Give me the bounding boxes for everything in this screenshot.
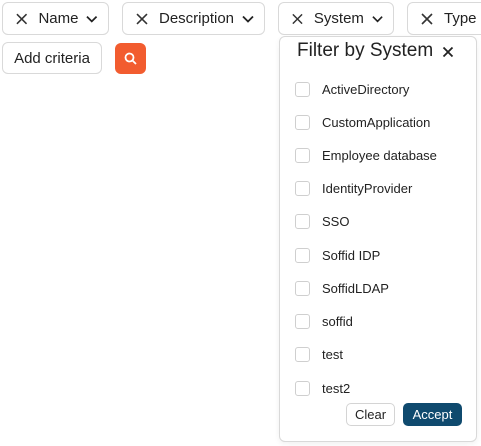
option-label: IdentityProvider xyxy=(322,180,413,196)
checkbox[interactable] xyxy=(295,114,310,130)
close-icon[interactable] xyxy=(442,46,454,58)
system-filter-panel: Filter by System ActiveDirectory CustomA… xyxy=(279,36,477,442)
system-option[interactable]: ActiveDirectory xyxy=(295,78,409,100)
panel-title: Filter by System xyxy=(297,40,434,61)
system-option[interactable]: CustomApplication xyxy=(295,111,430,133)
system-option[interactable]: SoffidLDAP xyxy=(295,277,389,299)
chevron-down-icon xyxy=(86,15,98,23)
checkbox[interactable] xyxy=(295,280,310,296)
option-label: test xyxy=(322,346,343,362)
checkbox[interactable] xyxy=(295,147,310,163)
filter-chip-label: Name xyxy=(38,10,79,27)
filter-chip-label: Type xyxy=(444,10,477,27)
close-icon[interactable] xyxy=(420,12,434,26)
filter-chip-label: Description xyxy=(158,10,235,27)
search-icon xyxy=(124,52,137,65)
accept-button[interactable]: Accept xyxy=(403,403,462,426)
filter-chip-label: System xyxy=(313,10,364,27)
system-option[interactable]: IdentityProvider xyxy=(295,177,412,199)
system-option[interactable]: test2 xyxy=(295,377,350,399)
option-label: Employee database xyxy=(322,147,437,163)
close-icon[interactable] xyxy=(15,12,28,26)
filter-chip-name[interactable]: Name xyxy=(2,2,109,35)
close-icon[interactable] xyxy=(291,12,304,26)
checkbox[interactable] xyxy=(295,180,310,196)
option-label: ActiveDirectory xyxy=(322,81,410,97)
add-criteria-button[interactable]: Add criteria xyxy=(2,42,102,74)
option-label: CustomApplication xyxy=(322,114,431,130)
filter-chip-type[interactable]: Type xyxy=(407,2,481,35)
checkbox[interactable] xyxy=(295,213,310,229)
checkbox[interactable] xyxy=(295,313,310,329)
option-label: SSO xyxy=(322,213,350,229)
filter-chip-system[interactable]: System xyxy=(278,2,394,35)
filter-chip-description[interactable]: Description xyxy=(122,2,265,35)
clear-button[interactable]: Clear xyxy=(346,403,395,426)
checkbox[interactable] xyxy=(295,380,310,396)
system-option[interactable]: SSO xyxy=(295,210,349,232)
option-label: SoffidLDAP xyxy=(322,280,389,296)
search-button[interactable] xyxy=(115,43,146,74)
chevron-down-icon xyxy=(242,15,254,23)
chevron-down-icon xyxy=(372,15,383,22)
option-label: Soffid IDP xyxy=(322,247,381,263)
option-label: test2 xyxy=(322,380,351,396)
close-icon[interactable] xyxy=(135,12,149,26)
system-option[interactable]: Employee database xyxy=(295,144,437,166)
system-option[interactable]: soffid xyxy=(295,310,353,332)
checkbox[interactable] xyxy=(295,346,310,362)
option-label: soffid xyxy=(322,313,353,329)
system-option[interactable]: test xyxy=(295,343,343,365)
system-option[interactable]: Soffid IDP xyxy=(295,244,380,266)
checkbox[interactable] xyxy=(295,81,310,97)
checkbox[interactable] xyxy=(295,247,310,263)
